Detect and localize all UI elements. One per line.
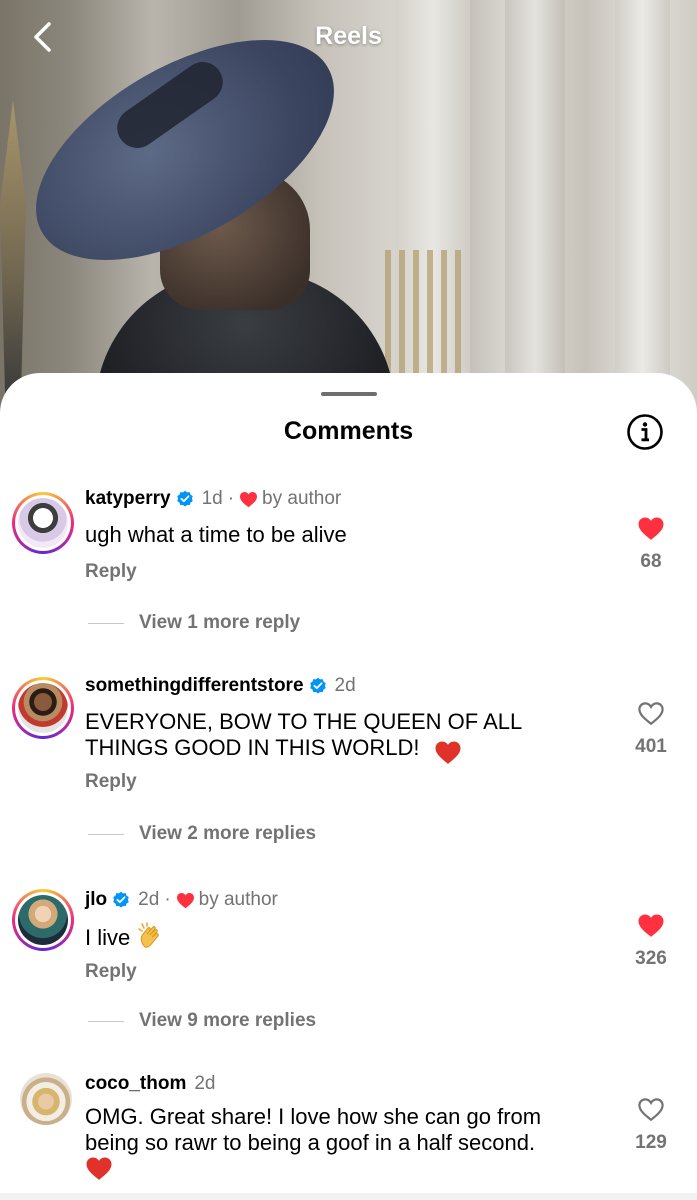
comment-username[interactable]: coco_thom xyxy=(85,1073,186,1095)
top-bar: Reels xyxy=(0,0,697,80)
avatar-image xyxy=(18,498,68,548)
like-count: 68 xyxy=(640,551,662,572)
comment-time: 2d xyxy=(334,675,356,696)
sheet-drag-handle[interactable] xyxy=(321,392,377,396)
verified-badge-icon xyxy=(176,490,193,507)
red-heart-emoji xyxy=(426,740,462,767)
heart-filled-icon xyxy=(240,491,258,507)
view-more-replies-button[interactable]: View 9 more replies xyxy=(88,1010,316,1032)
like-count: 129 xyxy=(635,1132,667,1153)
like-button[interactable]: 326 xyxy=(630,913,672,970)
comment-username[interactable]: katyperry xyxy=(85,488,171,510)
comment-text-line: being so rawr to being a goof in a half … xyxy=(85,1130,536,1155)
info-circle-icon xyxy=(627,414,663,450)
like-button[interactable]: 129 xyxy=(630,1097,672,1154)
comment-time: 2d xyxy=(194,1073,216,1094)
verified-badge-icon xyxy=(309,677,326,694)
divider-line xyxy=(88,1020,124,1022)
separator-dot: · xyxy=(164,889,171,910)
heart-filled-icon xyxy=(176,892,194,908)
comment-username[interactable]: somethingdifferentstore xyxy=(85,675,304,697)
page-title: Reels xyxy=(315,22,382,50)
comment-text: OMG. Great share! I love how she can go … xyxy=(85,1104,595,1183)
comment-text: ugh what a time to be alive xyxy=(85,522,347,547)
heart-outline-icon xyxy=(638,1098,664,1122)
separator-dot: · xyxy=(227,488,235,509)
comment-text: EVERYONE, BOW TO THE QUEEN OF ALL THINGS… xyxy=(85,709,595,767)
liked-by-author-label: by author xyxy=(262,488,342,509)
comment-meta: somethingdifferentstore 2d xyxy=(85,675,356,697)
like-count: 326 xyxy=(635,948,667,969)
comment-time: 2d xyxy=(138,889,160,910)
avatar[interactable] xyxy=(20,1073,72,1125)
comment-time: 1d xyxy=(201,488,223,509)
verified-badge-icon xyxy=(113,891,129,908)
comments-sheet: Comments katyperry 1d · by author ugh wh… xyxy=(0,373,697,1200)
comment-text-line: EVERYONE, BOW TO THE QUEEN OF ALL xyxy=(85,709,523,734)
red-heart-emoji xyxy=(86,1157,112,1180)
clapping-hands-emoji xyxy=(136,921,166,957)
like-button[interactable]: 68 xyxy=(630,516,672,573)
background-gate-spike xyxy=(0,100,26,400)
avatar[interactable] xyxy=(12,677,74,739)
comment-meta: coco_thom 2d xyxy=(85,1073,216,1095)
comment-meta: jlo 2d · by author xyxy=(85,889,278,911)
heart-filled-icon xyxy=(638,914,664,937)
reply-button[interactable]: Reply xyxy=(85,961,137,983)
heart-filled-icon xyxy=(638,517,664,540)
comment-text-line-content: THINGS GOOD IN THIS WORLD! xyxy=(85,735,420,760)
reply-button[interactable]: Reply xyxy=(85,561,137,583)
divider-line xyxy=(88,833,124,835)
avatar[interactable] xyxy=(12,492,74,554)
avatar[interactable] xyxy=(12,889,74,951)
sheet-title: Comments xyxy=(283,417,414,445)
comment-username[interactable]: jlo xyxy=(85,889,107,911)
view-more-replies-label: View 9 more replies xyxy=(139,1010,317,1031)
reply-button[interactable]: Reply xyxy=(85,771,137,793)
info-button[interactable] xyxy=(626,413,664,451)
avatar-image xyxy=(18,683,68,733)
comment-meta: katyperry 1d · by author xyxy=(85,488,341,510)
bottom-edge-bar xyxy=(0,1193,697,1200)
view-more-replies-label: View 1 more reply xyxy=(139,612,301,633)
avatar-image xyxy=(20,1073,72,1125)
like-count: 401 xyxy=(635,736,667,757)
comment-text-line xyxy=(85,1156,595,1183)
comment-text-line: THINGS GOOD IN THIS WORLD! xyxy=(85,735,595,767)
heart-outline-icon xyxy=(638,702,664,726)
liked-by-author-label: by author xyxy=(198,889,278,910)
view-more-replies-label: View 2 more replies xyxy=(139,823,317,844)
comment-text-line: OMG. Great share! I love how she can go … xyxy=(85,1104,542,1129)
view-more-replies-button[interactable]: View 2 more replies xyxy=(88,823,316,845)
divider-line xyxy=(88,622,124,624)
comment-text-content: I live xyxy=(85,925,131,950)
like-button[interactable]: 401 xyxy=(630,701,672,758)
comment-text: I live xyxy=(85,921,595,957)
avatar-image xyxy=(18,895,68,945)
background-railing xyxy=(385,250,465,380)
view-more-replies-button[interactable]: View 1 more reply xyxy=(88,612,300,634)
